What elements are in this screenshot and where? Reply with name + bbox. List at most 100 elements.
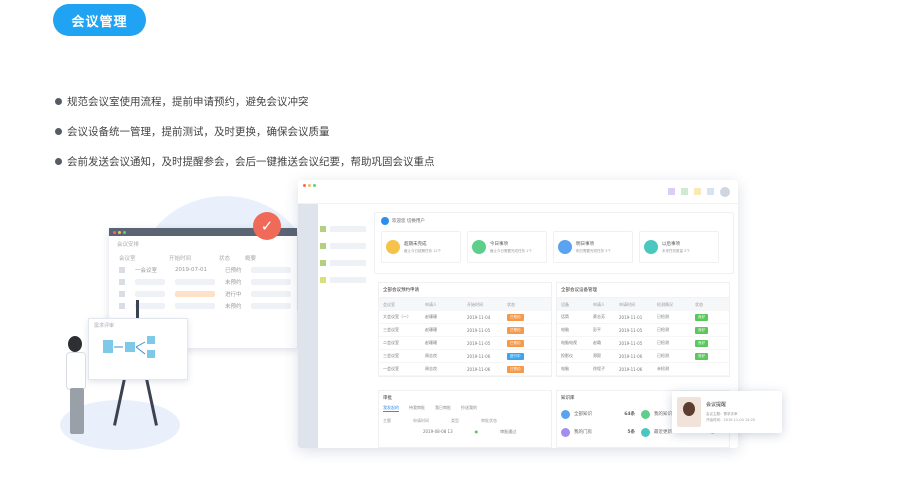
status-badge: 进行中 — [507, 352, 524, 360]
person-body — [66, 352, 86, 390]
cell: 赵璐 — [593, 340, 601, 345]
sidebar — [298, 204, 318, 448]
tab-approved[interactable]: 我已审批 — [435, 405, 451, 412]
meeting-reminder-popup[interactable]: 会议提醒 会议主题：需求评审 开始时间：2019-11-04 14:20 — [672, 391, 782, 433]
device-management-table: 全部会议设备管理 设备 申请人 申请时间 检测情况 状态 话筒 蔡志芳 2019-1… — [556, 282, 730, 377]
cell: 已检测 — [657, 314, 669, 319]
table-row[interactable]: 未预约 — [109, 276, 297, 288]
placeholder-bar — [175, 291, 215, 297]
table-row[interactable]: 三会议室 赵珊珊 2019-11-05 已预约 — [379, 324, 551, 337]
tab-cc[interactable]: 抄送我的 — [461, 405, 477, 412]
task-tiles: 超期未完成 截止今日超期任务 12个 今日事项 截止今日需要完成任务 1个 明日事项… — [381, 231, 727, 263]
nav-item[interactable] — [320, 271, 370, 288]
table-row[interactable]: 二会议室 赵珊珊 2019-11-05 已预约 — [379, 337, 551, 350]
toolbar-icon[interactable] — [681, 188, 688, 195]
table-row[interactable]: 电脑 彭平 2019-11-05 已检测 良好 — [557, 324, 729, 337]
table-row[interactable]: 大会议室（一） 赵珊珊 2019-11-04 已预约 — [379, 311, 551, 324]
table-row[interactable]: 三会议室 周志良 2019-11-06 进行中 — [379, 350, 551, 363]
feature-text: 会议设备统一管理，提前测试，及时更换，确保会议质量 — [67, 125, 330, 138]
presentation-board: 需求评审 — [88, 318, 188, 380]
checkbox[interactable] — [119, 279, 125, 285]
nav-item[interactable] — [320, 237, 370, 254]
table-header-row: 会议室 开始时间 状态 概要 — [109, 252, 297, 264]
placeholder-bar — [135, 303, 165, 309]
status-badge: 已预约 — [507, 365, 524, 373]
nav-icon — [320, 259, 326, 266]
table-row[interactable]: 电脑 徐程子 2019-11-06 未检测 — [557, 363, 729, 376]
task-tile[interactable]: 明日事项 明日需要完成任务 3个 — [553, 231, 633, 263]
avatar — [677, 397, 701, 427]
stat-item[interactable]: 我的门房 5条 — [561, 423, 641, 441]
cell: 三会议室 — [383, 353, 399, 358]
task-tile[interactable]: 今日事项 截止今日需要完成任务 1个 — [467, 231, 547, 263]
table-title: 全部会议设备管理 — [557, 283, 729, 298]
table-row[interactable]: 一会议室 2019-07-01 已预约 — [109, 264, 297, 276]
tile-title: 以后事项 — [662, 241, 680, 247]
checkbox[interactable] — [119, 303, 125, 309]
feature-item: 会议设备统一管理，提前测试，及时更换，确保会议质量 — [55, 116, 435, 146]
column-header: 开始时间 — [467, 301, 483, 307]
column-header: 会议室 — [383, 301, 395, 307]
table-header-row: 会议室 申请人 开始时间 状态 — [379, 298, 551, 311]
table-row[interactable]: 投影仪 郑毅 2019-11-06 已检测 良好 — [557, 350, 729, 363]
stat-count: 5条 — [627, 430, 635, 435]
approval-row[interactable]: 2019-08-08 13 ● 审批通过 — [383, 429, 547, 435]
cell: 2019-11-05 — [619, 327, 643, 333]
tab-pending[interactable]: 待我审批 — [409, 405, 425, 412]
tile-icon — [472, 240, 486, 254]
window-controls — [303, 184, 316, 187]
tab-initiated[interactable]: 我发起的 — [383, 405, 399, 412]
cell: 已检测 — [657, 340, 669, 345]
column-header: 主题 — [383, 418, 391, 423]
stat-label: 我的知识 — [654, 412, 672, 417]
status-badge: 良好 — [695, 326, 708, 334]
overview-panel: 欢迎您 切换用户 超期未完成 截止今日超期任务 12个 今日事项 截止今日需要完成任… — [374, 212, 734, 274]
cell: 电脑 — [561, 366, 569, 371]
cell: 未检测 — [657, 366, 669, 371]
nav-item[interactable] — [320, 254, 370, 271]
bullet-dot-icon — [55, 127, 62, 135]
stat-label: 最近更新 — [654, 430, 672, 435]
toolbar-icon[interactable] — [707, 188, 714, 195]
stat-icon — [561, 427, 570, 437]
feature-item: 会前发送会议通知，及时提醒参会，会后一键推送会议纪要，帮助巩固会议重点 — [55, 146, 435, 176]
cell: 二会议室 — [383, 340, 399, 345]
status-badge: 良好 — [695, 339, 708, 347]
toolbar-icon[interactable] — [694, 188, 701, 195]
cell: 赵珊珊 — [425, 314, 437, 319]
tile-title: 超期未完成 — [404, 241, 427, 247]
placeholder-bar — [251, 267, 291, 273]
task-tile[interactable]: 以后事项 未来任务数量 2个 — [639, 231, 719, 263]
column-header: 审批状态 — [481, 418, 497, 423]
table-row[interactable]: 话筒 蔡志芳 2019-11-01 已检测 良好 — [557, 311, 729, 324]
task-tile[interactable]: 超期未完成 截止今日超期任务 12个 — [381, 231, 461, 263]
checkbox[interactable] — [119, 291, 125, 297]
column-header: 状态 — [507, 301, 515, 307]
greeting-text[interactable]: 欢迎您 切换用户 — [392, 218, 425, 224]
stat-item[interactable]: 全部知识 64条 — [561, 405, 641, 423]
user-badge-icon — [381, 217, 389, 225]
meeting-booking-table: 全部会议预约申请 会议室 申请人 开始时间 状态 大会议室（一） 赵珊珊 2019-… — [378, 282, 552, 377]
tile-title: 明日事项 — [576, 241, 594, 247]
column-header: 检测情况 — [657, 301, 673, 307]
table-title: 全部会议预约申请 — [379, 283, 551, 298]
table-row[interactable]: 一会议室 周志良 2019-11-06 已预约 — [379, 363, 551, 376]
table-row[interactable]: 进行中 — [109, 288, 297, 300]
cell: 2019-08-08 13 — [423, 429, 453, 434]
cell: 2019-11-06 — [467, 353, 491, 359]
bullet-dot-icon — [55, 97, 62, 105]
status-dot-icon: ● — [474, 429, 479, 434]
nav-item[interactable] — [320, 220, 370, 237]
table-row[interactable]: 电脑电视 赵璐 2019-11-05 已检测 良好 — [557, 337, 729, 350]
cell: 周志良 — [425, 366, 437, 371]
avatar[interactable] — [720, 186, 730, 197]
status-cell: 未预约 — [225, 280, 242, 286]
cell: 赵珊珊 — [425, 327, 437, 332]
cell: 郑毅 — [593, 353, 601, 358]
status-badge: 良好 — [695, 313, 708, 321]
toolbar-icon[interactable] — [668, 188, 675, 195]
checkbox[interactable] — [119, 267, 125, 273]
person-legs — [70, 388, 84, 434]
status-cell: 进行中 — [225, 292, 242, 298]
tile-sub: 明日需要完成任务 3个 — [576, 248, 611, 253]
